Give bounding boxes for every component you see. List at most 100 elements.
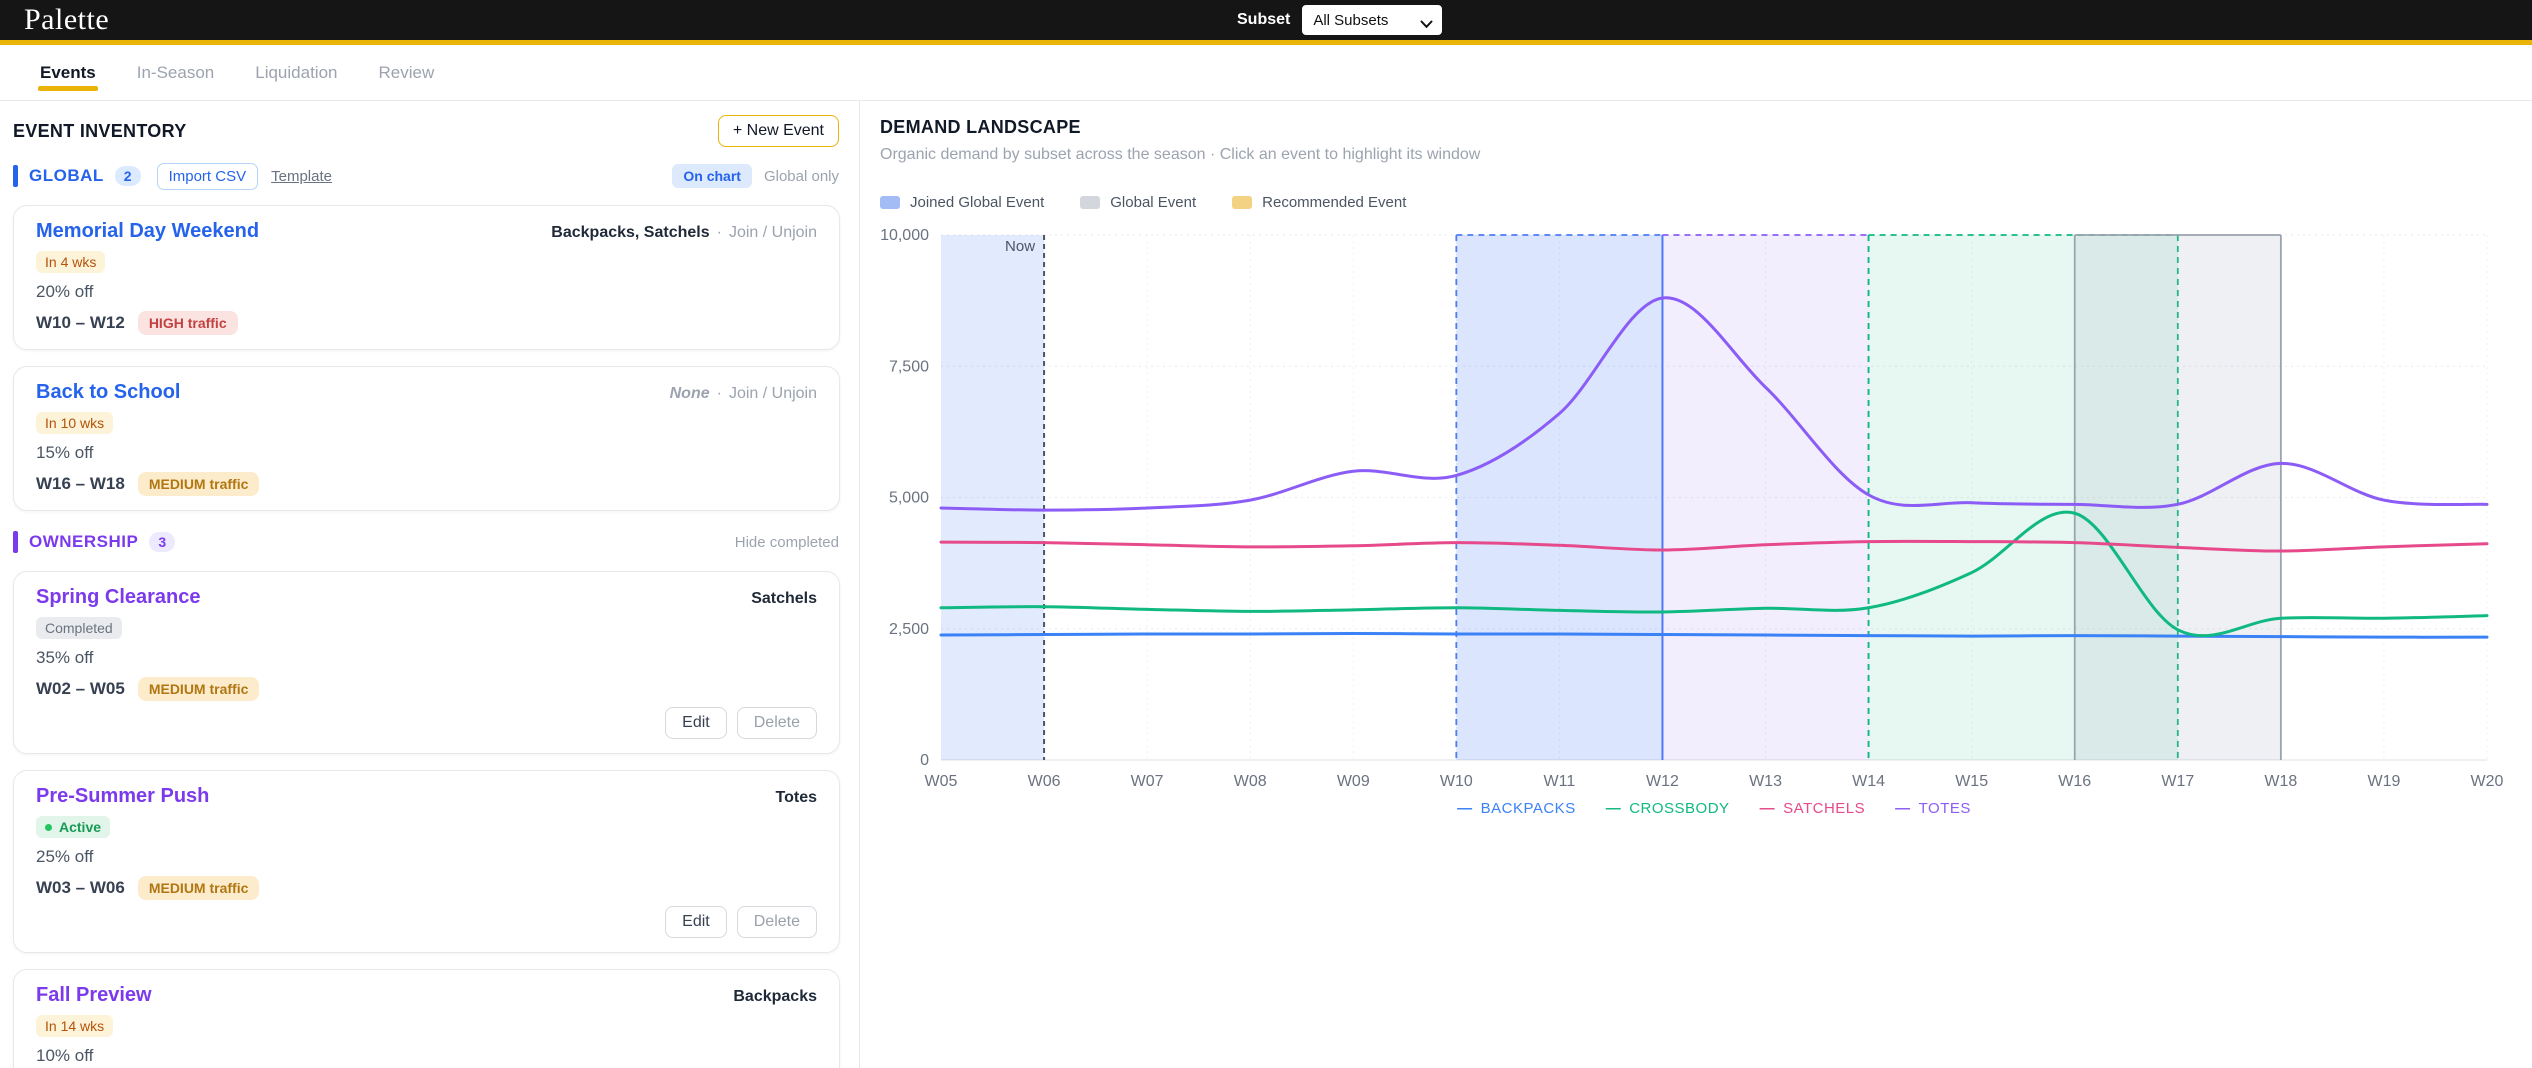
ownership-event-list: Spring Clearance Satchels Completed 35% … bbox=[13, 571, 859, 1068]
status-badge: In 14 wks bbox=[36, 1015, 113, 1037]
ownership-event-card[interactable]: Fall Preview Backpacks In 14 wks 10% off… bbox=[13, 969, 840, 1068]
meta-separator: · bbox=[717, 385, 722, 403]
event-subsets: Totes bbox=[776, 789, 817, 807]
x-tick-label: W08 bbox=[1234, 773, 1267, 790]
x-tick-label: W15 bbox=[1955, 773, 1988, 790]
global-section-header: GLOBAL 2 Import CSV Template On chart Gl… bbox=[13, 161, 859, 191]
status-badge: In 10 wks bbox=[36, 412, 113, 434]
edit-button[interactable]: Edit bbox=[665, 906, 727, 938]
series-legend-item-satchels[interactable]: —SATCHELS bbox=[1760, 800, 1866, 817]
legend-swatch bbox=[1080, 196, 1100, 209]
app-logo: Palette bbox=[24, 0, 109, 40]
series-legend-item-crossbody[interactable]: —CROSSBODY bbox=[1606, 800, 1730, 817]
event-title[interactable]: Back to School bbox=[36, 381, 180, 404]
joined-event-window[interactable] bbox=[1456, 235, 1662, 760]
legend-item: Recommended Event bbox=[1232, 194, 1406, 211]
discount-text: 25% off bbox=[36, 847, 817, 867]
subset-group: Subset All Subsets bbox=[1237, 0, 1442, 40]
import-csv-button[interactable]: Import CSV bbox=[157, 163, 259, 190]
x-tick-label: W20 bbox=[2471, 773, 2504, 790]
global-section-bar bbox=[13, 165, 18, 187]
ownership-section-header: OWNERSHIP 3 Hide completed bbox=[13, 527, 859, 557]
chart-title: DEMAND LANDSCAPE bbox=[880, 117, 2532, 138]
global-event-window[interactable] bbox=[2075, 235, 2281, 760]
x-tick-label: W05 bbox=[925, 773, 958, 790]
event-weeks: W16 – W18 bbox=[36, 474, 125, 494]
y-tick-label: 5,000 bbox=[889, 490, 929, 507]
traffic-badge: MEDIUM traffic bbox=[138, 472, 260, 496]
global-only-toggle[interactable]: Global only bbox=[764, 168, 839, 185]
global-event-card[interactable]: Back to School None · Join / Unjoin In 1… bbox=[13, 366, 840, 511]
main-tabs: Events In-Season Liquidation Review bbox=[0, 45, 2532, 101]
event-title[interactable]: Pre-Summer Push bbox=[36, 785, 209, 808]
x-tick-label: W18 bbox=[2264, 773, 2297, 790]
tab-events[interactable]: Events bbox=[38, 45, 98, 100]
x-tick-label: W19 bbox=[2367, 773, 2400, 790]
join-unjoin-link[interactable]: Join / Unjoin bbox=[729, 385, 817, 403]
join-unjoin-link[interactable]: Join / Unjoin bbox=[729, 224, 817, 242]
event-meta: Backpacks, Satchels · Join / Unjoin bbox=[551, 224, 817, 242]
hide-completed-toggle[interactable]: Hide completed bbox=[735, 534, 839, 551]
event-title[interactable]: Spring Clearance bbox=[36, 586, 201, 609]
subset-label: Subset bbox=[1237, 11, 1290, 29]
series-legend-item-backpacks[interactable]: —BACKPACKS bbox=[1457, 800, 1576, 817]
ownership-event-card[interactable]: Spring Clearance Satchels Completed 35% … bbox=[13, 571, 840, 754]
delete-button[interactable]: Delete bbox=[737, 707, 817, 739]
ownership-section-bar bbox=[13, 531, 18, 553]
ownership-count-badge: 3 bbox=[149, 532, 175, 552]
x-tick-label: W06 bbox=[1028, 773, 1061, 790]
global-count-badge: 2 bbox=[115, 166, 141, 186]
event-subsets: None bbox=[670, 385, 710, 403]
demand-chart[interactable]: Now02,5005,0007,50010,000W05W06W07W08W09… bbox=[880, 225, 2532, 800]
inventory-header: EVENT INVENTORY + New Event bbox=[13, 113, 859, 149]
on-chart-toggle[interactable]: On chart bbox=[672, 164, 752, 188]
event-title[interactable]: Fall Preview bbox=[36, 984, 152, 1007]
demand-landscape-panel: DEMAND LANDSCAPE Organic demand by subse… bbox=[860, 101, 2532, 1068]
x-tick-label: W13 bbox=[1749, 773, 1782, 790]
app-root: Palette Subset All Subsets Events In-Seas… bbox=[0, 0, 2532, 1068]
global-section-title: GLOBAL bbox=[29, 166, 104, 186]
edit-button[interactable]: Edit bbox=[665, 707, 727, 739]
event-type-legend: Joined Global Event Global Event Recommend… bbox=[880, 194, 2532, 211]
legend-item: Global Event bbox=[1080, 194, 1196, 211]
event-title[interactable]: Memorial Day Weekend bbox=[36, 220, 259, 243]
ownership-event-card[interactable]: Pre-Summer Push Totes Active 25% off W03… bbox=[13, 770, 840, 953]
tab-in-season[interactable]: In-Season bbox=[135, 45, 217, 100]
y-tick-label: 2,500 bbox=[889, 621, 929, 638]
series-dash-icon: — bbox=[1457, 800, 1473, 817]
series-dash-icon: — bbox=[1760, 800, 1776, 817]
delete-button[interactable]: Delete bbox=[737, 906, 817, 938]
event-subsets: Backpacks bbox=[733, 988, 817, 1006]
series-dash-icon: — bbox=[1606, 800, 1622, 817]
event-weeks: W10 – W12 bbox=[36, 313, 125, 333]
global-event-card[interactable]: Memorial Day Weekend Backpacks, Satchels… bbox=[13, 205, 840, 350]
inventory-title: EVENT INVENTORY bbox=[13, 121, 187, 142]
traffic-badge: MEDIUM traffic bbox=[138, 677, 260, 701]
event-weeks: W02 – W05 bbox=[36, 679, 125, 699]
series-legend-item-totes[interactable]: —TOTES bbox=[1895, 800, 1971, 817]
new-event-button[interactable]: + New Event bbox=[718, 115, 839, 147]
chart-subtitle: Organic demand by subset across the seas… bbox=[880, 146, 2532, 164]
legend-swatch bbox=[880, 196, 900, 209]
event-inventory-panel: EVENT INVENTORY + New Event GLOBAL 2 Imp… bbox=[0, 101, 860, 1068]
now-marker-label: Now bbox=[1005, 238, 1035, 255]
x-tick-label: W14 bbox=[1852, 773, 1885, 790]
x-tick-label: W17 bbox=[2161, 773, 2194, 790]
subset-select-wrap: All Subsets bbox=[1302, 5, 1442, 35]
tab-liquidation[interactable]: Liquidation bbox=[253, 45, 339, 100]
discount-text: 10% off bbox=[36, 1046, 817, 1066]
global-event-list: Memorial Day Weekend Backpacks, Satchels… bbox=[13, 205, 859, 511]
series-dash-icon: — bbox=[1895, 800, 1911, 817]
event-subsets: Backpacks, Satchels bbox=[551, 224, 709, 242]
meta-separator: · bbox=[717, 224, 722, 242]
template-link[interactable]: Template bbox=[271, 168, 332, 185]
subset-select[interactable]: All Subsets bbox=[1302, 5, 1442, 35]
status-badge: Completed bbox=[36, 617, 122, 639]
legend-item: Joined Global Event bbox=[880, 194, 1044, 211]
past-window[interactable] bbox=[941, 235, 1044, 760]
tab-review[interactable]: Review bbox=[377, 45, 437, 100]
x-tick-label: W10 bbox=[1440, 773, 1473, 790]
x-tick-label: W11 bbox=[1544, 773, 1576, 790]
discount-text: 20% off bbox=[36, 282, 817, 302]
decay-window[interactable] bbox=[1662, 235, 1868, 760]
